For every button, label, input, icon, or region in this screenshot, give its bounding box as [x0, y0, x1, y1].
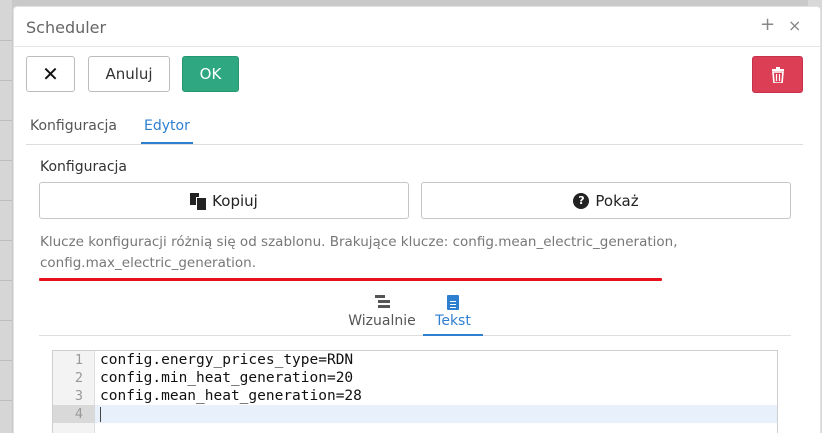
line-number: 3: [74, 388, 83, 404]
show-button[interactable]: ? Pokaż: [421, 182, 791, 219]
show-button-label: Pokaż: [595, 191, 639, 210]
editor-line: 1 config.energy_prices_type=RDN: [53, 351, 777, 369]
main-tabs: Konfiguracja Edytor: [26, 115, 803, 145]
close-button[interactable]: ✕: [26, 56, 75, 92]
copy-button[interactable]: Kopiuj: [39, 182, 409, 219]
config-warning-text: Klucze konfiguracji różnią się od szablo…: [40, 234, 678, 271]
scheduler-modal: Scheduler + × ✕ Anuluj OK Konfiguracja E…: [13, 6, 821, 433]
tab-edytor[interactable]: Edytor: [141, 118, 193, 144]
line-code: config.mean_heat_generation=28: [100, 388, 362, 404]
line-code: config.energy_prices_type=RDN: [100, 352, 354, 368]
modal-title: Scheduler: [26, 18, 107, 37]
tree-icon: [374, 295, 390, 310]
tab-tekst[interactable]: Tekst: [423, 289, 483, 336]
document-icon: [447, 295, 459, 310]
copy-icon: [190, 192, 208, 211]
line-code: config.min_heat_generation=20: [100, 370, 354, 386]
line-number: 2: [74, 370, 83, 386]
editor-line: 3 config.mean_heat_generation=28: [53, 387, 777, 405]
editor-line: 2 config.min_heat_generation=20: [53, 369, 777, 387]
trash-icon: [771, 66, 784, 83]
text-cursor: [100, 407, 101, 422]
cancel-button[interactable]: Anuluj: [88, 56, 170, 92]
editor-line-active: 4: [53, 405, 777, 423]
close-icon[interactable]: ×: [788, 16, 801, 36]
question-circle-icon: ?: [573, 192, 590, 209]
delete-button[interactable]: [752, 56, 803, 93]
modal-header: Scheduler + ×: [14, 7, 820, 47]
tab-konfiguracja[interactable]: Konfiguracja: [30, 118, 117, 140]
background-app-left: [0, 0, 12, 433]
warning-underline: [39, 278, 662, 281]
code-editor[interactable]: 1 config.energy_prices_type=RDN 2 config…: [52, 350, 778, 433]
tab-tekst-label: Tekst: [435, 313, 471, 329]
line-number: 4: [74, 406, 83, 422]
section-label: Konfiguracja: [40, 159, 128, 175]
copy-button-label: Kopiuj: [212, 191, 258, 210]
line-number: 1: [74, 352, 83, 368]
ok-button[interactable]: OK: [182, 56, 239, 92]
tab-wizualnie[interactable]: Wizualnie: [342, 289, 422, 329]
tab-wizualnie-label: Wizualnie: [348, 313, 416, 329]
x-icon: ✕: [42, 62, 59, 86]
editor-subtabs: Wizualnie Tekst: [39, 289, 791, 336]
plus-icon[interactable]: +: [760, 15, 775, 35]
